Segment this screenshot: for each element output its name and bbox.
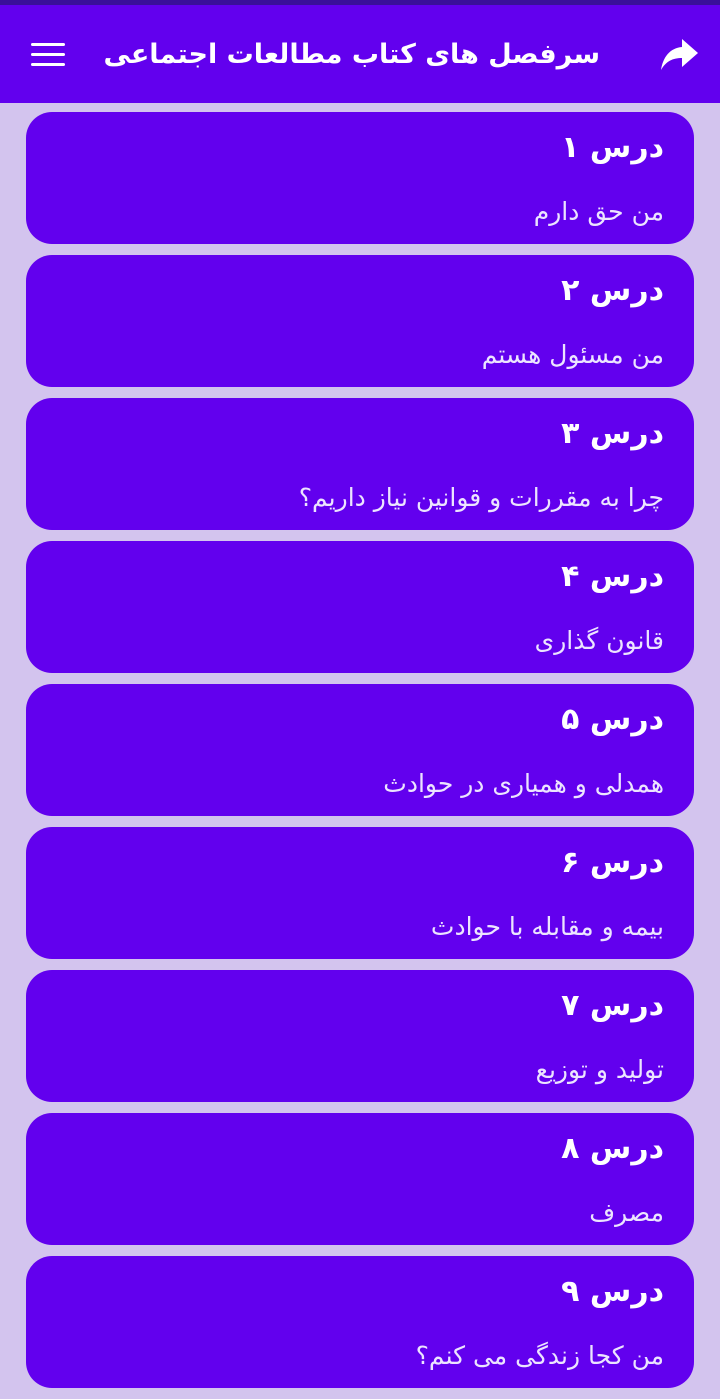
lesson-title: درس ۸ bbox=[561, 1131, 664, 1166]
lesson-subtitle: مصرف bbox=[589, 1198, 664, 1227]
lesson-title: درس ۴ bbox=[561, 559, 664, 594]
lesson-card[interactable]: درس ۵ همدلی و همیاری در حوادث bbox=[26, 684, 694, 816]
lesson-card[interactable]: درس ۲ من مسئول هستم bbox=[26, 255, 694, 387]
lesson-subtitle: چرا به مقررات و قوانین نیاز داریم؟ bbox=[298, 483, 664, 512]
lesson-subtitle: من مسئول هستم bbox=[481, 340, 664, 369]
share-arrow-icon[interactable] bbox=[660, 37, 700, 73]
lesson-subtitle: همدلی و همیاری در حوادث bbox=[383, 769, 664, 798]
lesson-title: درس ۹ bbox=[561, 1274, 664, 1309]
lesson-card[interactable]: درس ۸ مصرف bbox=[26, 1113, 694, 1245]
lesson-subtitle: قانون گذاری bbox=[534, 626, 664, 655]
lesson-subtitle: من کجا زندگی می کنم؟ bbox=[415, 1341, 664, 1370]
app-bar: سرفصل های کتاب مطالعات اجتماعی bbox=[0, 5, 720, 103]
lesson-title: درس ۳ bbox=[561, 416, 664, 451]
lesson-title: درس ۷ bbox=[561, 988, 664, 1023]
lesson-title: درس ۲ bbox=[561, 273, 664, 308]
lesson-title: درس ۶ bbox=[561, 845, 664, 880]
lesson-card[interactable]: درس ۷ تولید و توزیع bbox=[26, 970, 694, 1102]
lesson-title: درس ۱ bbox=[561, 130, 664, 165]
lesson-subtitle: تولید و توزیع bbox=[535, 1055, 664, 1084]
lesson-list: درس ۱ من حق دارم درس ۲ من مسئول هستم درس… bbox=[26, 112, 694, 1399]
lesson-card[interactable]: درس ۹ من کجا زندگی می کنم؟ bbox=[26, 1256, 694, 1388]
hamburger-menu-icon[interactable] bbox=[31, 41, 67, 69]
lesson-card[interactable]: درس ۴ قانون گذاری bbox=[26, 541, 694, 673]
page-title: سرفصل های کتاب مطالعات اجتماعی bbox=[103, 39, 600, 70]
lesson-title: درس ۵ bbox=[561, 702, 664, 737]
lesson-subtitle: من حق دارم bbox=[533, 197, 664, 226]
lesson-card[interactable]: درس ۶ بیمه و مقابله با حوادث bbox=[26, 827, 694, 959]
lesson-subtitle: بیمه و مقابله با حوادث bbox=[430, 912, 664, 941]
lesson-card[interactable]: درس ۱ من حق دارم bbox=[26, 112, 694, 244]
lesson-card[interactable]: درس ۳ چرا به مقررات و قوانین نیاز داریم؟ bbox=[26, 398, 694, 530]
